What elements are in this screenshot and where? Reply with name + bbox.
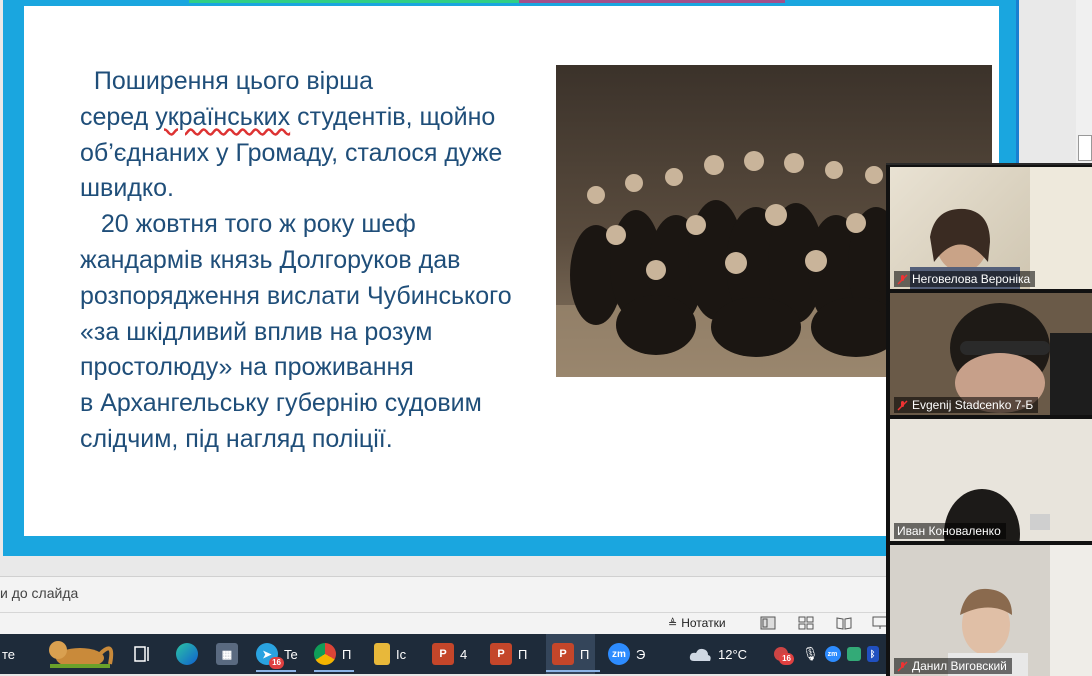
- edge-button[interactable]: [176, 634, 198, 674]
- taskbar-powerpoint-3-label: П: [580, 646, 590, 662]
- chrome-icon: [314, 643, 336, 665]
- video-tile[interactable]: Иван Коноваленко: [890, 419, 1092, 541]
- video-tile[interactable]: Evgenij Stadcenko 7-Б: [890, 293, 1092, 415]
- slide-line: в Архангельську губернію судовим: [80, 389, 482, 418]
- task-view-icon: [134, 646, 149, 662]
- notes-placeholder: и до слайда: [0, 585, 79, 601]
- meet-tray-icon: [846, 647, 861, 661]
- weather-temperature: 12°C: [718, 646, 748, 662]
- slide-line: об’єднаних у Громаду, сталося дуже: [80, 138, 503, 167]
- search-box-text: те: [2, 646, 16, 662]
- slide-line: Поширення цього вірша: [80, 67, 374, 95]
- taskbar-powerpoint-1-label: 4: [460, 646, 468, 662]
- slide-line: простолюду» на проживання: [80, 353, 414, 382]
- slide-content[interactable]: Поширення цього вірша серед українських …: [24, 6, 999, 536]
- taskbar-explorer[interactable]: Іс: [374, 634, 406, 674]
- slide-line: серед українських студентів, щойно: [80, 100, 570, 136]
- cloud-icon: [689, 648, 711, 661]
- taskbar-chrome[interactable]: П: [314, 634, 351, 674]
- slide-accent-purple: [519, 0, 785, 3]
- taskbar-explorer-label: Іс: [396, 646, 407, 662]
- slide-body-text[interactable]: Поширення цього вірша серед українських …: [80, 64, 570, 458]
- zoom-icon: zm: [608, 643, 630, 665]
- powerpoint-icon: P: [490, 643, 512, 665]
- participant-label: Evgenij Stadcenko 7-Б: [894, 397, 1039, 413]
- telegram-icon: ➤ 16: [256, 643, 284, 669]
- calculator-icon: ▦: [216, 643, 238, 665]
- taskbar-telegram-label: Te: [284, 646, 298, 662]
- powerpoint-icon: P: [552, 643, 574, 665]
- tray-icons[interactable]: 16 🎙 zm ᛒ: [774, 634, 879, 674]
- weather-widget[interactable]: 12°C: [688, 634, 747, 674]
- slide-sorter-icon[interactable]: [798, 616, 814, 630]
- telegram-badge: 16: [269, 657, 284, 669]
- taskbar-chrome-label: П: [342, 646, 352, 662]
- muted-mic-icon: [897, 273, 908, 285]
- taskbar-powerpoint-3-active[interactable]: P П: [546, 634, 596, 674]
- slide-accent-green: [189, 0, 519, 3]
- reading-view-icon[interactable]: [836, 616, 852, 630]
- chrome-running-indicator: [314, 670, 354, 672]
- taskbar-powerpoint-2-label: П: [518, 646, 528, 662]
- participant-name: Неговелова Вероніка: [912, 272, 1031, 286]
- slide-line: «за шкідливий вплив на розум: [80, 317, 433, 346]
- participant-video: [890, 545, 1092, 676]
- participant-name: Данил Виговский: [912, 659, 1007, 673]
- participant-label: Данил Виговский: [894, 658, 1012, 674]
- muted-mic-icon: [897, 660, 908, 672]
- slide-line: розпорядження вислати Чубинського: [80, 281, 512, 310]
- folder-icon: [374, 643, 390, 665]
- taskbar-powerpoint-2[interactable]: P П: [490, 634, 527, 674]
- slide-line-part: серед: [80, 102, 156, 131]
- taskbar-telegram[interactable]: ➤ 16 Te: [256, 634, 298, 674]
- participant-label: Неговелова Вероніка: [894, 271, 1036, 287]
- slide-line: слідчим, під нагляд поліції.: [80, 424, 393, 453]
- muted-mic-icon: [897, 399, 908, 411]
- task-view-button[interactable]: [132, 634, 152, 674]
- edge-icon: [176, 643, 198, 665]
- search-box-fragment[interactable]: те: [2, 634, 15, 674]
- taskbar-zoom[interactable]: zm Э: [608, 634, 645, 674]
- slide-line: жандармів князь Долгоруков дав: [80, 245, 461, 274]
- slide-frame: Поширення цього вірша серед українських …: [3, 0, 1019, 556]
- scrollbar-thumb[interactable]: [1078, 135, 1092, 161]
- powerpoint-active-indicator: [546, 670, 600, 672]
- bluetooth-icon: ᛒ: [866, 646, 879, 662]
- cat-mascot-icon: [49, 641, 114, 668]
- slide-line: 20 жовтня того ж року шеф: [80, 210, 416, 239]
- notes-button[interactable]: ≜ Нотатки: [668, 616, 726, 630]
- tray-badge: 16: [779, 653, 794, 665]
- taskbar-zoom-label: Э: [636, 646, 646, 662]
- participant-label: Иван Коноваленко: [894, 523, 1006, 539]
- slide-line: швидко.: [80, 174, 174, 203]
- powerpoint-icon: P: [432, 643, 454, 665]
- microphone-icon: 🎙: [802, 646, 819, 661]
- notes-icon: ≜: [668, 617, 678, 630]
- video-tile[interactable]: Данил Виговский: [890, 545, 1092, 676]
- tray-app-icon: 16: [774, 647, 794, 665]
- zoom-video-panel[interactable]: Неговелова Вероніка Evgenij Stadcenko 7-…: [886, 163, 1092, 676]
- zoom-tray-icon: zm: [824, 646, 841, 662]
- taskbar-powerpoint-1[interactable]: P 4: [432, 634, 467, 674]
- participant-name: Иван Коноваленко: [897, 524, 1001, 538]
- notes-button-label: Нотатки: [681, 616, 726, 630]
- normal-view-icon[interactable]: [760, 616, 776, 630]
- cortana-character[interactable]: [40, 634, 118, 674]
- telegram-running-indicator: [256, 670, 296, 672]
- video-tile[interactable]: Неговелова Вероніка: [890, 167, 1092, 289]
- spellcheck-word: українських: [155, 102, 291, 131]
- calculator-button[interactable]: ▦: [216, 634, 238, 674]
- slide-line-part: студентів, щойно: [290, 102, 496, 131]
- participant-name: Evgenij Stadcenko 7-Б: [912, 398, 1034, 412]
